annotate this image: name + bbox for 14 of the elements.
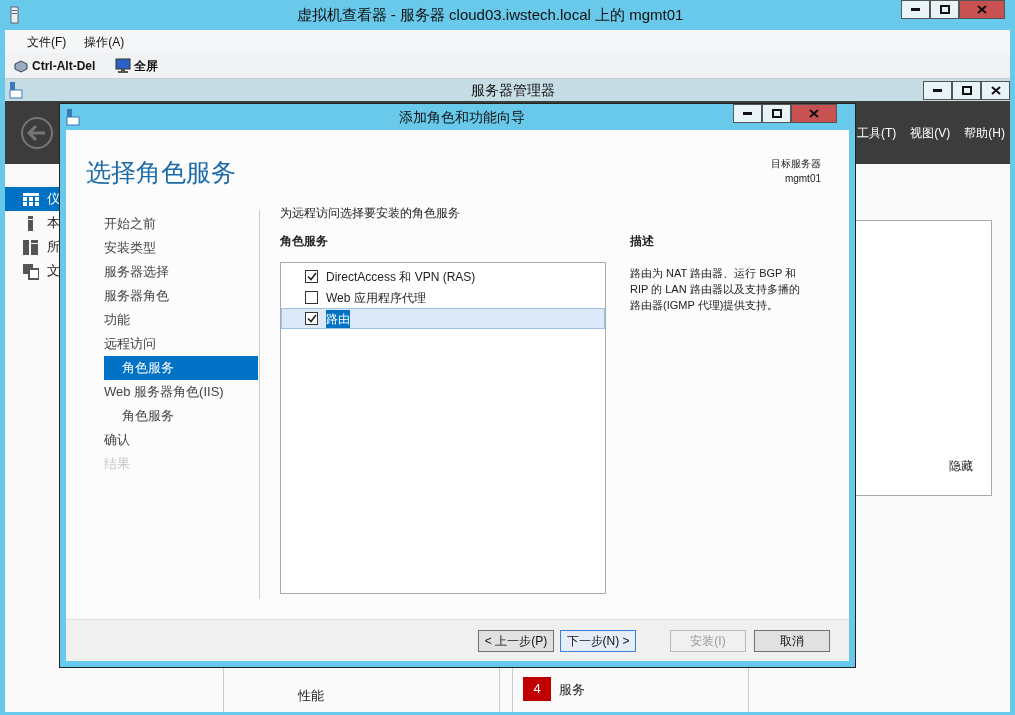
role-label: Web 应用程序代理 xyxy=(326,289,426,307)
dialog-title: 添加角色和功能向导 xyxy=(397,107,526,127)
page-heading: 选择角色服务 xyxy=(86,157,236,188)
target-label: 目标服务器 xyxy=(771,157,821,171)
window-title: 服务器管理器 xyxy=(470,80,556,100)
count-badge: 4 xyxy=(523,677,551,701)
instruction-text: 为远程访问选择要安装的角色服务 xyxy=(280,205,461,222)
window-title: 虚拟机查看器 - 服务器 cloud03.iwstech.local 上的 mgmt01 xyxy=(295,4,685,25)
description-text: 路由为 NAT 路由器、运行 BGP 和 RIP 的 LAN 路由器以及支持多播的路由器(IGMP 代理)提供支持。 xyxy=(630,266,801,313)
role-label: 路由 xyxy=(326,309,350,328)
list-title: 角色服务 xyxy=(280,233,329,250)
description-title: 描述 xyxy=(630,233,655,250)
role-label: DirectAccess 和 VPN (RAS) xyxy=(326,268,476,286)
target-value: mgmt01 xyxy=(784,172,821,186)
